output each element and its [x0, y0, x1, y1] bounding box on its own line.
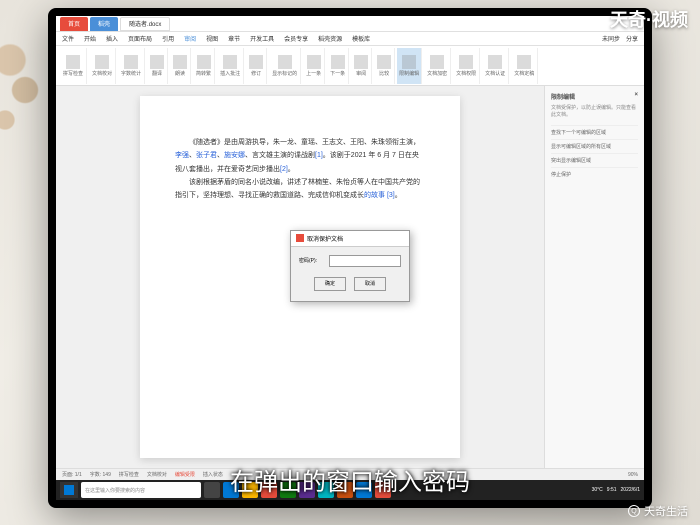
tool-revision[interactable]: 修订 [246, 48, 267, 84]
tool-comment[interactable]: 插入批注 [217, 48, 244, 84]
menu-start[interactable]: 开始 [84, 34, 96, 43]
tool-next[interactable]: 下一条 [327, 48, 349, 84]
tool-review[interactable]: 审阅 [351, 48, 372, 84]
panel-item-showall[interactable]: 显示可编辑区域的所有区域 [551, 139, 638, 153]
status-words: 字数: 149 [90, 471, 111, 478]
ok-button[interactable]: 确定 [314, 277, 346, 291]
menu-insert[interactable]: 插入 [106, 34, 118, 43]
windows-icon [64, 485, 74, 495]
tab-document[interactable]: 随选者.docx [120, 17, 170, 31]
unprotect-dialog: 取消保护文档 密码(P): 确定 取消 [290, 230, 410, 302]
tool-restrict-edit[interactable]: 限制编辑 [397, 48, 422, 84]
paragraph-1: 《随选者》是由周游执导，朱一龙、童瑶、王志文、王阳、朱珠领衔主演，李强、张子君、… [175, 136, 425, 176]
start-button[interactable] [60, 482, 78, 498]
tab-home[interactable]: 首页 [60, 17, 88, 31]
tool-encrypt[interactable]: 文档加密 [424, 48, 451, 84]
menu-devtools[interactable]: 开发工具 [250, 34, 274, 43]
tab-docer[interactable]: 稻壳 [90, 17, 118, 31]
menu-view[interactable]: 视图 [206, 34, 218, 43]
video-subtitle: 在弹出的窗口输入密码 [230, 462, 470, 497]
share-button[interactable]: 分享 [626, 34, 638, 43]
decorative-wheat [0, 40, 50, 240]
panel-title: 限制编辑 [551, 92, 575, 101]
taskbar-search[interactable]: 在这里输入你要搜索的内容 [81, 482, 201, 498]
tool-spellcheck[interactable]: 拼写检查 [60, 48, 87, 84]
taskbar-cortana-icon[interactable] [204, 482, 220, 498]
magnifier-icon: Q [628, 505, 640, 517]
menu-reference[interactable]: 引用 [162, 34, 174, 43]
status-locked: 编辑受限 [175, 471, 195, 478]
tool-simplified[interactable]: 简转繁 [193, 48, 215, 84]
dialog-title-text: 取消保护文档 [307, 234, 343, 243]
status-spell[interactable]: 拼写检查 [119, 471, 139, 478]
panel-close-icon[interactable]: × [634, 92, 638, 101]
menu-templates[interactable]: 模板库 [352, 34, 370, 43]
menu-chapter[interactable]: 章节 [228, 34, 240, 43]
password-label: 密码(P): [299, 257, 325, 264]
tool-showmarks[interactable]: 显示标记的 [269, 48, 301, 84]
tray-time[interactable]: 9:51 [607, 487, 617, 493]
menu-file[interactable]: 文件 [62, 34, 74, 43]
menu-review[interactable]: 审阅 [184, 34, 196, 43]
workspace: 《随选者》是由周游执导，朱一龙、童瑶、王志文、王阳、朱珠领衔主演，李强、张子君、… [56, 86, 644, 468]
menu-layout[interactable]: 页面布局 [128, 34, 152, 43]
dialog-icon [296, 234, 304, 242]
zoom-level[interactable]: 90% [628, 472, 638, 478]
tray-date[interactable]: 2022/6/1 [621, 487, 640, 493]
tool-proofread[interactable]: 文档校对 [89, 48, 116, 84]
tool-translate[interactable]: 翻译 [147, 48, 168, 84]
menu-vip[interactable]: 会员专享 [284, 34, 308, 43]
window-titlebar: 首页 稻壳 随选者.docx [56, 16, 644, 32]
panel-item-highlight[interactable]: 突出显示编辑区域 [551, 153, 638, 167]
restrict-edit-panel: 限制编辑× 文档受保护，以防止误编辑。只能查看此文档。 查找下一个可编辑的区域 … [544, 86, 644, 468]
panel-description: 文档受保护，以防止误编辑。只能查看此文档。 [551, 105, 638, 119]
monitor-frame: 首页 稻壳 随选者.docx 文件 开始 插入 页面布局 引用 审阅 视图 章节… [48, 8, 652, 508]
screen: 首页 稻壳 随选者.docx 文件 开始 插入 页面布局 引用 审阅 视图 章节… [56, 16, 644, 500]
sync-status[interactable]: 未同步 [602, 34, 620, 43]
panel-item-next[interactable]: 查找下一个可编辑的区域 [551, 125, 638, 139]
tool-compare[interactable]: 比较 [374, 48, 395, 84]
tool-finalize[interactable]: 文档定稿 [511, 48, 538, 84]
menu-bar: 文件 开始 插入 页面布局 引用 审阅 视图 章节 开发工具 会员专享 稻壳资源… [56, 32, 644, 46]
watermark-bottom: Q 天奇生活 [628, 503, 688, 519]
tool-prev[interactable]: 上一条 [303, 48, 325, 84]
status-insert: 插入状态 [203, 471, 223, 478]
status-page: 页面: 1/1 [62, 471, 82, 478]
status-proof[interactable]: 文档校对 [147, 471, 167, 478]
tool-read[interactable]: 朗读 [170, 48, 191, 84]
paragraph-2: 该剧根据茅盾的同名小说改编，讲述了林楠笙、朱怡贞等人在中国共产党的指引下，坚持理… [175, 176, 425, 203]
tool-cert[interactable]: 文档认证 [482, 48, 509, 84]
weather-widget[interactable]: 30°C [592, 487, 603, 493]
menu-resources[interactable]: 稻壳资源 [318, 34, 342, 43]
tool-wordcount[interactable]: 字数统计 [118, 48, 145, 84]
cancel-button[interactable]: 取消 [354, 277, 386, 291]
watermark-top: 天奇·视频 [610, 6, 688, 32]
password-input[interactable] [329, 255, 401, 267]
dialog-titlebar: 取消保护文档 [291, 231, 409, 247]
tool-permission[interactable]: 文档权限 [453, 48, 480, 84]
ribbon-toolbar: 拼写检查 文档校对 字数统计 翻译 朗读 简转繁 插入批注 修订 显示标记的 上… [56, 46, 644, 86]
system-tray[interactable]: 30°C 9:51 2022/6/1 [592, 487, 640, 493]
panel-stop-protect[interactable]: 停止保护 [551, 167, 638, 181]
